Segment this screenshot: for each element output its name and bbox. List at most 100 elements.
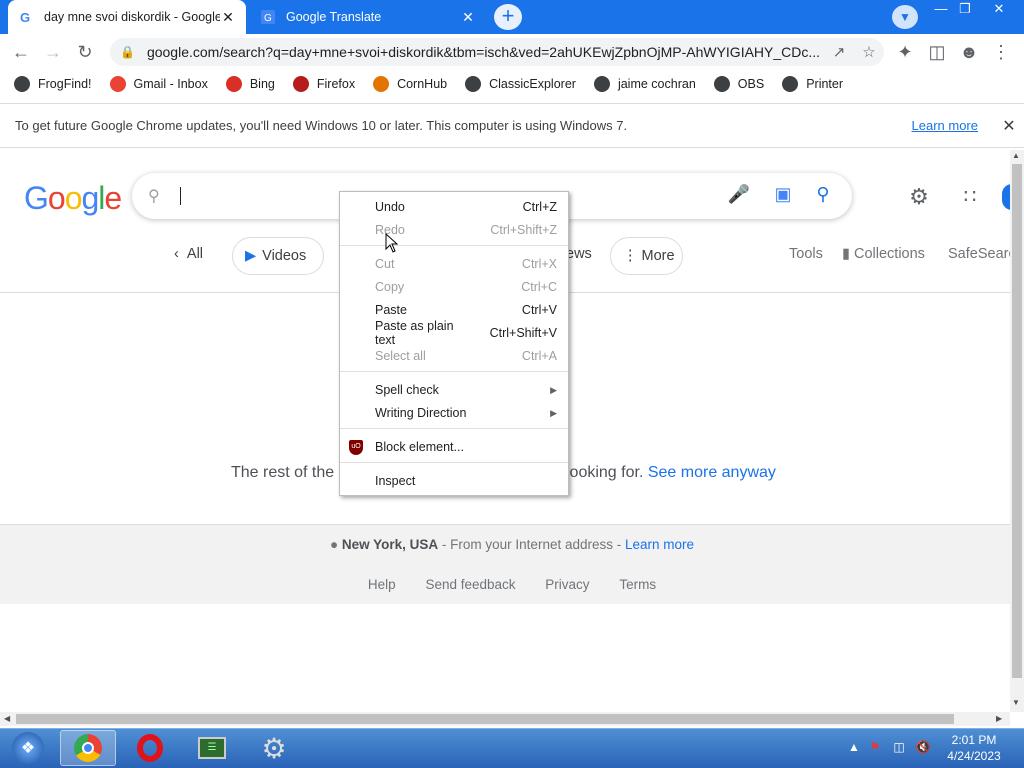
menu-separator [340,428,568,429]
tab-google-search[interactable]: G day mne svoi diskordik - Google ✕ [8,0,246,34]
lock-icon: 🔒 [120,45,135,59]
globe-icon [14,76,30,92]
menu-item-select-all[interactable]: Select all Ctrl+A [340,345,568,367]
search-submit-icon[interactable]: ⚲ [810,184,836,210]
extensions-puzzle-icon[interactable]: ✦ [890,36,920,68]
see-more-anyway-link[interactable]: See more anyway [648,464,776,481]
bookmark-item[interactable]: OBS [713,76,764,92]
monitor-app-icon: ☰ [198,737,226,759]
profile-avatar-icon[interactable]: ☻ [954,36,984,68]
share-icon[interactable]: ↗ [824,43,854,61]
bookmark-label: Printer [806,77,844,91]
menu-item-spell-check[interactable]: Spell check ▶ [340,379,568,401]
location-line: ● New York, USA - From your Internet add… [0,537,1024,552]
vertical-scroll-thumb[interactable] [1012,164,1022,678]
google-logo[interactable]: Google [24,180,122,217]
tools-button[interactable]: Tools [789,246,823,262]
taskbar-chrome[interactable] [60,730,116,766]
bookmark-star-icon[interactable]: ☆ [854,43,884,61]
clock-date: 4/24/2023 [947,749,1001,763]
menu-item-copy[interactable]: Copy Ctrl+C [340,276,568,298]
all-chip[interactable]: ‹ All [174,246,203,262]
menu-item-inspect[interactable]: Inspect [340,470,568,492]
infobar-learn-more-link[interactable]: Learn more [912,118,978,133]
forward-arrow-icon[interactable]: → [38,36,68,68]
side-panel-icon[interactable]: ◫ [922,36,952,68]
bookmark-item[interactable]: CornHub [373,76,447,92]
menu-item-writing-direction[interactable]: Writing Direction ▶ [340,402,568,424]
news-chip[interactable]: ews [566,246,592,262]
menu-item-block-element[interactable]: uO Block element... [340,436,568,458]
more-dots-icon: ⋮ [623,248,638,264]
bookmark-label: FrogFind! [38,77,92,91]
bookmark-item[interactable]: Firefox [292,76,355,92]
close-tab-icon[interactable]: ✕ [220,9,236,26]
send-feedback-link[interactable]: Send feedback [425,577,515,592]
restore-button[interactable]: ❐ [950,0,980,18]
scroll-left-arrow-icon[interactable]: ◀ [4,714,10,723]
taskbar-settings[interactable]: ⚙ [246,730,302,766]
close-tab-icon[interactable]: ✕ [460,9,476,26]
bookmark-item[interactable]: ClassicExplorer [465,76,576,92]
help-link[interactable]: Help [368,577,396,592]
new-tab-button[interactable]: + [494,4,522,30]
infobar-message: To get future Google Chrome updates, you… [15,118,628,133]
show-hidden-icons-icon[interactable]: ▲ [845,740,863,758]
menu-separator [340,371,568,372]
menu-separator [340,245,568,246]
ch-icon [373,76,390,92]
url-text[interactable]: google.com/search?q=day+mne+svoi+diskord… [147,44,824,60]
horizontal-scroll-thumb[interactable] [16,714,954,724]
location-from-text: - From your Internet address - [438,537,625,552]
menu-kebab-icon[interactable]: ⋮ [986,36,1016,68]
more-chip[interactable]: ⋮ More [610,237,683,275]
privacy-link[interactable]: Privacy [545,577,589,592]
scroll-up-arrow-icon[interactable]: ▲ [1012,151,1020,160]
menu-item-redo[interactable]: Redo Ctrl+Shift+Z [340,219,568,241]
menu-item-cut[interactable]: Cut Ctrl+X [340,253,568,275]
taskbar-opera[interactable] [122,730,178,766]
update-infobar: To get future Google Chrome updates, you… [0,103,1024,148]
network-icon[interactable]: ◫ [890,740,908,758]
menu-item-paste-plain[interactable]: Paste as plain text Ctrl+Shift+V [340,319,568,347]
bookmark-label: Gmail - Inbox [133,77,208,91]
close-infobar-icon[interactable]: ✕ [994,116,1024,136]
menu-item-undo[interactable]: Undo Ctrl+Z [340,196,568,218]
collections-button[interactable]: ▮ Collections [842,246,925,262]
bookmark-label: CornHub [397,77,448,91]
action-center-flag-icon[interactable]: ⚑ [866,740,884,758]
bookmark-item[interactable]: FrogFind! [14,76,92,92]
back-arrow-icon[interactable]: ← [6,36,36,68]
scroll-right-arrow-icon[interactable]: ▶ [996,714,1002,723]
menu-item-paste[interactable]: Paste Ctrl+V [340,299,568,321]
address-bar[interactable]: 🔒 google.com/search?q=day+mne+svoi+disko… [110,38,884,66]
tab-google-translate[interactable]: G Google Translate ✕ [250,0,486,34]
settings-gear-icon[interactable]: ⚙ [906,184,932,210]
bookmark-item[interactable]: Printer [782,76,843,92]
bookmark-item[interactable]: jaime cochran [593,76,696,92]
gmail-icon [109,76,126,92]
window-close-button[interactable]: ✕ [984,0,1014,18]
taskbar-clock[interactable]: 2:01 PM 4/24/2023 [936,732,1012,764]
volume-muted-icon[interactable]: 🔇 [914,740,932,758]
tab-search-chevron-icon[interactable]: ▼ [892,5,918,29]
safesearch-button[interactable]: SafeSearc [948,246,1010,262]
videos-chip[interactable]: ▶ Videos [232,237,324,275]
chrome-icon [74,734,102,762]
globe-icon [713,76,730,92]
bookmark-item[interactable]: Bing [225,76,275,92]
location-dot-icon: ● [329,537,339,552]
submenu-arrow-icon: ▶ [550,407,557,418]
terms-link[interactable]: Terms [619,577,656,592]
scroll-down-arrow-icon[interactable]: ▼ [1012,698,1020,707]
bookmark-item[interactable]: Gmail - Inbox [109,76,208,92]
apps-grid-icon[interactable]: ∷ [957,184,983,210]
taskbar-app-monitor[interactable]: ☰ [184,730,240,766]
voice-search-mic-icon[interactable]: 🎤 [726,184,752,210]
video-play-icon: ▶ [245,248,257,264]
ublock-shield-icon: uO [349,440,363,455]
start-button[interactable]: ❖ [0,730,56,766]
reload-icon[interactable]: ↻ [70,36,100,68]
location-learn-more-link[interactable]: Learn more [625,537,694,552]
google-lens-camera-icon[interactable]: ▣ [770,184,796,210]
